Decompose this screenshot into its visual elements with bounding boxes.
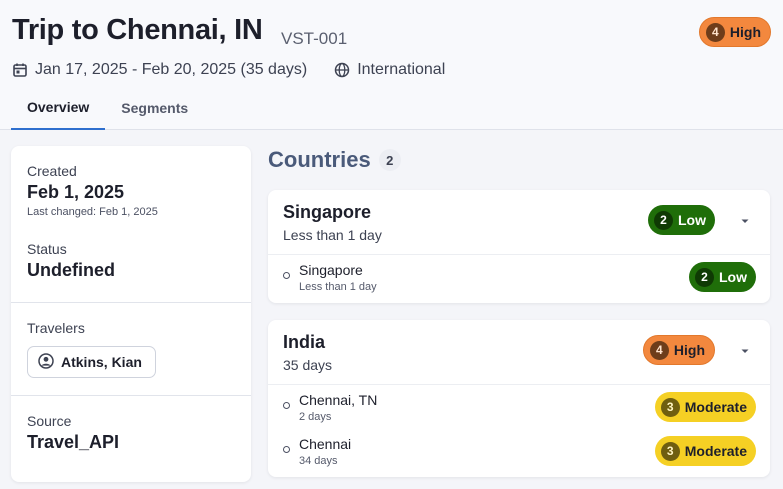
city-duration: Less than 1 day [299, 281, 377, 293]
tab-segments[interactable]: Segments [105, 86, 204, 130]
risk-level-number: 2 [654, 210, 673, 230]
status-value: Undefined [27, 260, 115, 280]
bullet-icon [283, 402, 290, 409]
traveler-name: Atkins, Kian [61, 354, 142, 370]
globe-icon [334, 62, 350, 78]
risk-level-number: 4 [705, 22, 725, 42]
city-risk-badge: 3 Moderate [654, 392, 756, 422]
city-duration: 2 days [299, 411, 332, 423]
created-value: Feb 1, 2025 [27, 182, 125, 202]
risk-level-number: 4 [649, 340, 669, 360]
risk-level-number: 3 [660, 441, 680, 461]
city-name: Chennai [299, 436, 352, 452]
risk-level-label: Moderate [684, 443, 747, 459]
risk-pill-moderate: 3 Moderate [654, 392, 756, 422]
risk-level-label: Low [678, 212, 706, 228]
source-label: Source [27, 413, 72, 429]
country-card-singapore: Singapore Less than 1 day 2 Low Singapor… [268, 190, 770, 303]
travelers-section: Travelers Atkins, Kian [27, 320, 156, 378]
country-name: Singapore [283, 202, 372, 222]
country-duration: 35 days [283, 357, 333, 373]
trip-code: VST-001 [281, 29, 348, 48]
city-name: Chennai, TN [299, 392, 378, 408]
user-icon [38, 352, 54, 372]
chevron-down-icon[interactable] [738, 214, 752, 228]
risk-level-label: Moderate [684, 399, 747, 415]
divider [11, 302, 251, 303]
calendar-icon [12, 62, 28, 78]
countries-count-badge: 2 [378, 149, 401, 171]
trip-meta: Jan 17, 2025 - Feb 20, 2025 (35 days) In… [12, 60, 445, 80]
traveler-chip[interactable]: Atkins, Kian [27, 346, 156, 378]
risk-pill-moderate: 3 Moderate [654, 436, 756, 466]
countries-title: Countries [268, 147, 371, 172]
country-duration: Less than 1 day [283, 227, 382, 243]
risk-pill-low: 2 Low [689, 262, 756, 292]
source-value: Travel_API [27, 432, 120, 452]
city-item: Chennai 34 days [283, 436, 351, 467]
risk-pill-high: 4 High [642, 335, 715, 365]
divider [268, 254, 770, 255]
country-card-india: India 35 days 4 High Chennai, TN 2 days … [268, 320, 770, 477]
risk-level-label: High [729, 24, 761, 40]
source-section: Source Travel_API [27, 413, 119, 453]
city-name: Singapore [299, 262, 363, 278]
last-changed-text: Last changed: Feb 1, 2025 [27, 206, 158, 218]
city-duration: 34 days [299, 455, 338, 467]
city-risk-badge: 3 Moderate [654, 436, 756, 466]
trip-summary-card: Created Feb 1, 2025 Last changed: Feb 1,… [11, 146, 251, 482]
divider [268, 384, 770, 385]
tab-bar: Overview Segments [11, 86, 204, 130]
created-label: Created [27, 163, 77, 179]
country-risk-badge: 4 High [642, 335, 715, 365]
status-label: Status [27, 241, 67, 257]
country-risk-badge: 2 Low [648, 205, 715, 235]
city-risk-badge: 2 Low [689, 262, 756, 292]
countries-header: Countries 2 [268, 147, 401, 173]
travelers-label: Travelers [27, 320, 85, 336]
divider [11, 395, 251, 396]
chevron-down-icon[interactable] [738, 344, 752, 358]
bullet-icon [283, 272, 290, 279]
bullet-icon [283, 446, 290, 453]
risk-pill-high: 4 High [698, 17, 771, 47]
page-title: Trip to Chennai, IN [12, 14, 263, 46]
tab-overview[interactable]: Overview [11, 86, 106, 130]
status-section: Status Undefined [27, 241, 115, 281]
trip-risk-badge: 4 High [698, 17, 771, 47]
trip-dates: Jan 17, 2025 - Feb 20, 2025 (35 days) [35, 61, 308, 78]
city-item: Singapore Less than 1 day [283, 262, 377, 293]
risk-level-number: 2 [695, 267, 714, 287]
created-section: Created Feb 1, 2025 Last changed: Feb 1,… [27, 163, 158, 218]
risk-level-label: Low [719, 269, 747, 285]
risk-pill-low: 2 Low [648, 205, 715, 235]
risk-level-number: 3 [660, 397, 680, 417]
city-item: Chennai, TN 2 days [283, 392, 377, 423]
trip-scope: International [357, 61, 446, 78]
country-name: India [283, 332, 326, 352]
page-header: Trip to Chennai, IN VST-001 4 High Jan 1… [0, 0, 783, 130]
risk-level-label: High [673, 342, 705, 358]
